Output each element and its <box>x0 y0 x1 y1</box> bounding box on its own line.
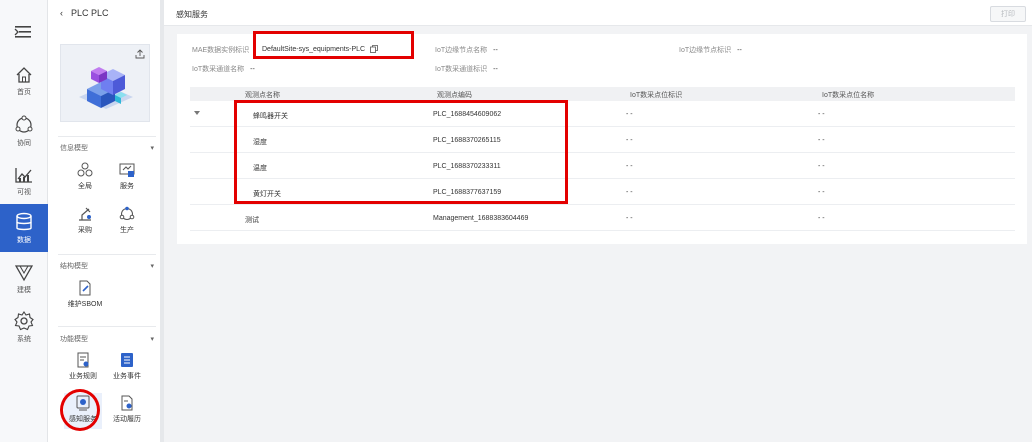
modeling-icon <box>15 264 33 281</box>
rail-item-home[interactable]: 首页 <box>0 58 48 104</box>
database-icon <box>16 212 32 230</box>
hexagon-cluster-icon <box>77 162 93 177</box>
table-header: 观测点名称 观测点编码 IoT数采点位标识 IoT数采点位名称 <box>190 87 1015 101</box>
caret-down-icon: ▾ <box>150 263 154 270</box>
event-list-icon <box>121 353 133 367</box>
tile-sbom[interactable]: 维护SBOM <box>62 278 108 314</box>
column-header[interactable]: IoT数采点位标识 <box>630 90 682 100</box>
group-title: 功能模型 <box>60 336 88 343</box>
rail-item-system[interactable]: 系统 <box>0 304 48 350</box>
upload-icon[interactable] <box>135 49 145 59</box>
column-header[interactable]: 观测点名称 <box>245 90 280 100</box>
rail-label: 可视 <box>17 188 31 196</box>
expand-caret-icon[interactable] <box>194 111 200 115</box>
rail-label: 建模 <box>17 286 31 294</box>
rail-item-modeling[interactable]: 建模 <box>0 256 48 302</box>
collaboration-icon <box>15 115 33 133</box>
group-function-model[interactable]: 功能模型 ▾ <box>60 334 154 344</box>
tile-label: 采购 <box>78 227 92 234</box>
cell-point-name: - - <box>818 111 825 118</box>
cell-code: Management_1688383604469 <box>433 215 529 222</box>
rail-item-collaboration[interactable]: 协同 <box>0 108 48 154</box>
tile-production[interactable]: 生产 <box>108 204 146 240</box>
tile-service[interactable]: 服务 <box>108 160 146 196</box>
cell-point-id: - - <box>626 189 633 196</box>
back-label: PLC PLC <box>71 8 109 18</box>
rail-label: 协同 <box>17 139 31 147</box>
caret-down-icon: ▾ <box>150 145 154 152</box>
cell-point-id: - - <box>626 163 633 170</box>
chart-icon <box>15 167 32 183</box>
page-header: 感知服务 打印 <box>164 0 1032 26</box>
table-row[interactable]: 测试 Management_1688383604469 - - - - <box>190 206 1015 231</box>
cell-point-name: - - <box>818 215 825 222</box>
page-title: 感知服务 <box>176 10 208 19</box>
rail-item-data[interactable]: 数据 <box>0 204 48 252</box>
menu-toggle-icon[interactable] <box>14 24 32 40</box>
meta-edge-id: IoT边缘节点标识 -- <box>679 45 742 55</box>
column-header[interactable]: 观测点编码 <box>437 90 472 100</box>
cell-point-name: - - <box>818 163 825 170</box>
meta-channel-name: IoT数采通道名称 -- <box>192 64 255 74</box>
tile-label: 生产 <box>120 227 134 234</box>
group-title: 结构模型 <box>60 263 88 270</box>
home-icon <box>16 66 32 83</box>
secondary-sidebar: ‹ PLC PLC 信息模型 ▾ 全局 服务 采购 生产 结构模型 ▾ 维护SB… <box>48 0 164 442</box>
cell-point-id: - - <box>626 137 633 144</box>
perception-service-card: MAE数据实例标识 DefaultSite-sys_equipments-PLC… <box>177 31 1027 244</box>
rail-label: 首页 <box>17 88 31 96</box>
back-link[interactable]: ‹ PLC PLC <box>60 8 109 18</box>
meta-edge-name: IoT边缘节点名称 -- <box>435 45 498 55</box>
crane-icon <box>79 207 91 221</box>
channel-id-label: IoT数采通道标识 <box>435 66 488 73</box>
cell-point-name: - - <box>818 137 825 144</box>
edge-name-value: -- <box>493 47 498 54</box>
service-monitor-icon <box>119 163 135 177</box>
chevron-left-icon: ‹ <box>60 8 63 18</box>
cycle-icon <box>119 206 135 220</box>
highlight-circle <box>60 389 100 431</box>
cell-name: 测试 <box>245 217 259 224</box>
edge-id-label: IoT边缘节点标识 <box>679 47 732 54</box>
tile-label: 全局 <box>78 183 92 190</box>
tile-label: 业务事件 <box>113 373 141 380</box>
caret-down-icon: ▾ <box>150 336 154 343</box>
meta-channel-id: IoT数采通道标识 -- <box>435 64 498 74</box>
highlight-box-mae <box>253 31 414 59</box>
cell-point-id: - - <box>626 111 633 118</box>
rail-label: 系统 <box>17 335 31 343</box>
group-structure-model[interactable]: 结构模型 ▾ <box>60 261 154 271</box>
primary-rail: 首页 协同 可视 数据 建模 系统 <box>0 0 48 442</box>
document-edit-icon <box>79 280 91 296</box>
mae-label: MAE数据实例标识 <box>192 47 250 54</box>
cell-point-name: - - <box>818 189 825 196</box>
tile-global[interactable]: 全局 <box>66 160 104 196</box>
tile-activity-history[interactable]: 活动履历 <box>106 393 148 429</box>
history-doc-icon <box>121 395 133 411</box>
tile-business-rules[interactable]: 业务规则 <box>64 350 102 386</box>
rail-item-visual[interactable]: 可视 <box>0 158 48 204</box>
edge-name-label: IoT边缘节点名称 <box>435 47 488 54</box>
channel-name-label: IoT数采通道名称 <box>192 66 245 73</box>
tile-label: 活动履历 <box>113 416 141 423</box>
column-header[interactable]: IoT数采点位名称 <box>822 90 874 100</box>
channel-name-value: -- <box>250 66 255 73</box>
settings-icon <box>14 310 34 330</box>
channel-id-value: -- <box>493 66 498 73</box>
group-info-model[interactable]: 信息模型 ▾ <box>60 143 154 153</box>
model-thumbnail <box>60 44 150 122</box>
edge-id-value: -- <box>737 47 742 54</box>
tile-procurement[interactable]: 采购 <box>66 204 104 240</box>
highlight-box-rows <box>234 100 568 204</box>
print-button[interactable]: 打印 <box>990 6 1026 22</box>
rules-doc-icon <box>77 352 89 368</box>
tile-business-events[interactable]: 业务事件 <box>106 350 148 386</box>
tile-label: 服务 <box>120 183 134 190</box>
tile-label: 业务规则 <box>69 373 97 380</box>
group-title: 信息模型 <box>60 145 88 152</box>
meta-mae: MAE数据实例标识 <box>192 45 249 55</box>
rail-label: 数据 <box>17 236 31 244</box>
cell-point-id: - - <box>626 215 633 222</box>
tile-label: 维护SBOM <box>67 301 103 308</box>
